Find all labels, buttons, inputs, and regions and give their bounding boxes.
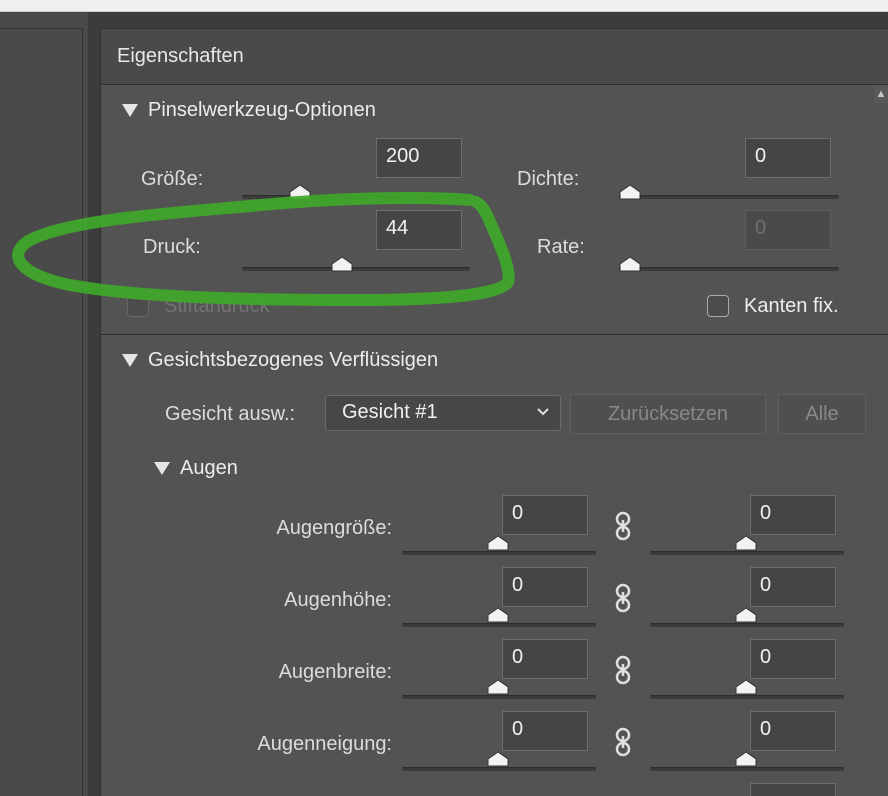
- all-button[interactable]: Alle: [778, 394, 866, 434]
- collapse-triangle-icon: [122, 104, 138, 117]
- eye-width-right-input[interactable]: 0: [750, 639, 836, 679]
- eye-width-right-slider-track[interactable]: [650, 695, 844, 699]
- chevron-down-icon: [537, 408, 549, 416]
- size-input[interactable]: 200: [376, 138, 462, 178]
- stylus-pressure-checkbox: [127, 295, 149, 317]
- eye-tilt-label: Augenneigung:: [257, 733, 392, 755]
- section-divider: [100, 334, 888, 335]
- select-face-value: Gesicht #1: [342, 401, 438, 423]
- pin-edges-checkbox[interactable]: [707, 295, 729, 317]
- link-chain-icon[interactable]: [613, 583, 633, 613]
- eye-height-right-slider-track[interactable]: [650, 623, 844, 627]
- face-liquify-title: Gesichtsbezogenes Verflüssigen: [148, 349, 439, 371]
- eye-width-left-slider-track[interactable]: [402, 695, 596, 699]
- reset-button[interactable]: Zurücksetzen: [570, 394, 766, 434]
- scroll-up-arrow-icon[interactable]: ▲: [874, 85, 888, 103]
- eye-height-left-slider-track[interactable]: [402, 623, 596, 627]
- next-row-right-input-partial[interactable]: [750, 783, 836, 796]
- eyes-header[interactable]: Augen: [154, 457, 238, 480]
- select-face-dropdown[interactable]: Gesicht #1: [325, 395, 561, 431]
- link-chain-icon[interactable]: [613, 727, 633, 757]
- rate-input: 0: [745, 210, 831, 250]
- stylus-pressure-label: Stiftandruck: [164, 295, 270, 317]
- window-top-strip: [0, 0, 888, 12]
- brush-options-title: Pinselwerkzeug-Optionen: [148, 99, 376, 121]
- collapse-triangle-icon: [154, 462, 170, 475]
- eye-height-left-input[interactable]: 0: [502, 567, 588, 607]
- eye-size-left-slider-track[interactable]: [402, 551, 596, 555]
- eye-height-right-input[interactable]: 0: [750, 567, 836, 607]
- pressure-input[interactable]: 44: [376, 210, 462, 250]
- eye-height-label: Augenhöhe:: [284, 589, 392, 611]
- collapse-triangle-icon: [122, 354, 138, 367]
- brush-options-header[interactable]: Pinselwerkzeug-Optionen: [122, 99, 376, 122]
- select-face-label: Gesicht ausw.:: [165, 403, 296, 425]
- density-slider-track[interactable]: [619, 195, 839, 199]
- size-label: Größe:: [141, 168, 204, 190]
- eye-tilt-left-input[interactable]: 0: [502, 711, 588, 751]
- eye-size-right-input[interactable]: 0: [750, 495, 836, 535]
- rate-label: Rate:: [537, 236, 585, 258]
- panel-header: Eigenschaften: [101, 29, 888, 85]
- eye-width-label: Augenbreite:: [278, 661, 392, 683]
- left-panel-border-right: [82, 28, 83, 796]
- pressure-label: Druck:: [143, 236, 201, 258]
- size-slider-track[interactable]: [242, 195, 470, 199]
- link-chain-icon[interactable]: [613, 511, 633, 541]
- density-label: Dichte:: [517, 168, 580, 190]
- pin-edges-label[interactable]: Kanten fix.: [744, 295, 839, 318]
- eye-tilt-left-slider-track[interactable]: [402, 767, 596, 771]
- face-liquify-header[interactable]: Gesichtsbezogenes Verflüssigen: [122, 349, 438, 372]
- link-chain-icon[interactable]: [613, 655, 633, 685]
- left-panel-border-top: [0, 28, 83, 29]
- eye-size-right-slider-track[interactable]: [650, 551, 844, 555]
- pressure-slider-track[interactable]: [242, 267, 470, 271]
- eye-width-left-input[interactable]: 0: [502, 639, 588, 679]
- eye-tilt-right-slider-track[interactable]: [650, 767, 844, 771]
- eye-size-left-input[interactable]: 0: [502, 495, 588, 535]
- density-input[interactable]: 0: [745, 138, 831, 178]
- eyes-title: Augen: [180, 457, 238, 479]
- left-side-panel: [0, 12, 88, 796]
- panel-title: Eigenschaften: [117, 45, 244, 67]
- rate-slider-track: [619, 267, 839, 271]
- eye-tilt-right-input[interactable]: 0: [750, 711, 836, 751]
- eye-size-label: Augengröße:: [276, 517, 392, 539]
